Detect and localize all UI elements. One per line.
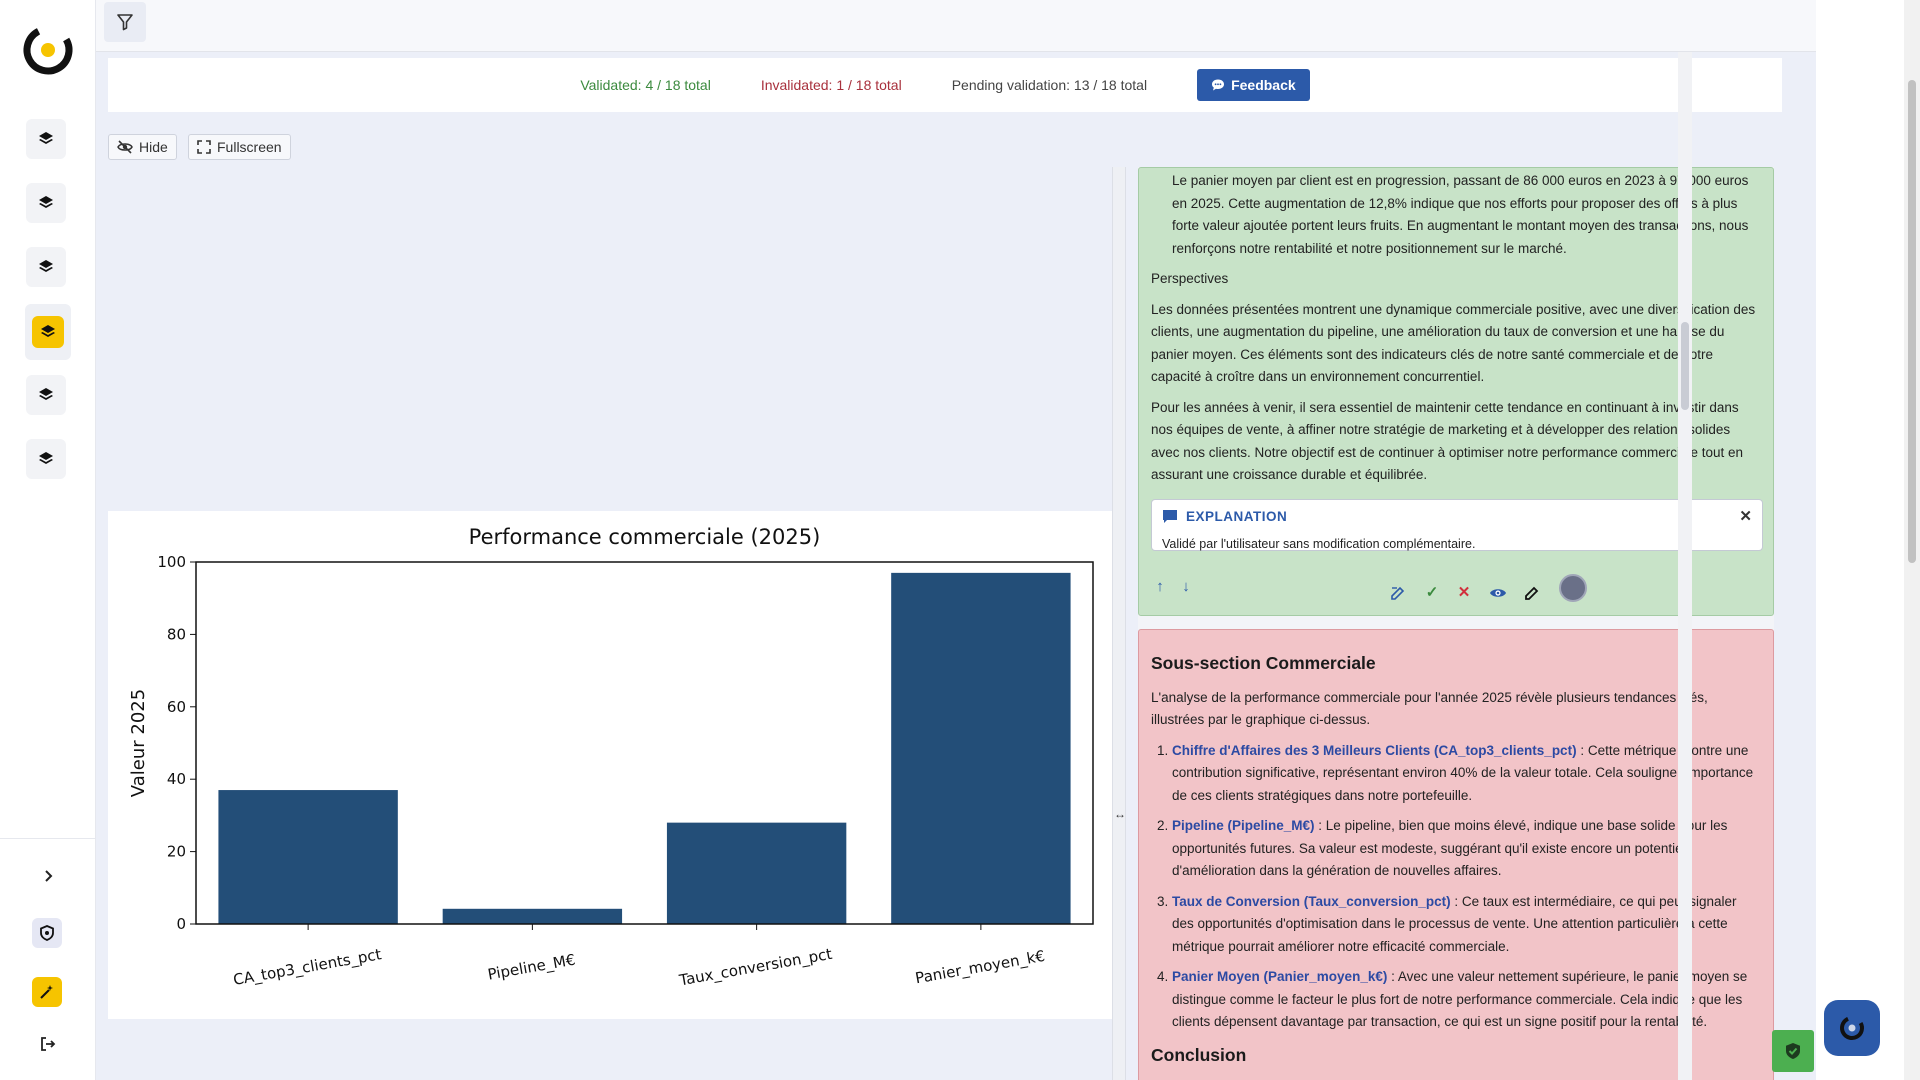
metric-term: Panier Moyen (Panier_moyen_k€) (1172, 969, 1388, 984)
layers-icon (39, 452, 53, 464)
y-tick-label: 0 (176, 915, 186, 933)
main-content: Validated: 4 / 18 total Invalidated: 1 /… (96, 52, 1816, 1080)
validated-count: Validated: 4 / 18 total (580, 77, 711, 93)
list-item: Chiffre d'Affaires des 3 Meilleurs Clien… (1172, 740, 1761, 808)
y-tick-label: 80 (167, 625, 186, 643)
fullscreen-button[interactable]: Fullscreen (188, 134, 291, 160)
validation-status-bar: Validated: 4 / 18 total Invalidated: 1 /… (108, 58, 1782, 112)
assistant-chat-button[interactable] (1824, 1000, 1880, 1056)
bar-CA_top3_clients_pct (218, 790, 398, 924)
shield-check-icon (1786, 1043, 1800, 1059)
panel-scrollbar[interactable] (1678, 52, 1692, 1080)
paragraph-panier-moyen: Le panier moyen par client est en progre… (1172, 173, 1749, 256)
feedback-button[interactable]: Feedback (1197, 69, 1310, 101)
feedback-label: Feedback (1231, 77, 1296, 93)
page-scrollbar[interactable] (1904, 0, 1920, 1080)
edit-note-icon[interactable] (1523, 584, 1541, 602)
fullscreen-label: Fullscreen (217, 139, 282, 155)
metric-term: Pipeline (Pipeline_M€) (1172, 818, 1315, 833)
security-button[interactable] (32, 918, 62, 948)
sidebar-item-3[interactable] (26, 247, 66, 287)
metric-term: Chiffre d'Affaires des 3 Meilleurs Clien… (1172, 742, 1577, 758)
move-up-icon[interactable]: ↑ (1151, 578, 1169, 596)
y-tick-label: 20 (167, 843, 186, 861)
filter-icon (117, 14, 133, 31)
magic-button[interactable] (32, 977, 62, 1007)
magic-wand-icon (40, 985, 53, 999)
top-bar (96, 0, 1816, 52)
x-tick-label: Pipeline_M€ (486, 951, 577, 985)
chart-panel: Performance commerciale (2025) Valeur 202… (108, 511, 1114, 1019)
bar-Pipeline_M€ (442, 908, 623, 924)
logout-icon[interactable] (38, 1034, 58, 1054)
explanation-text: Validé par l'utilisateur sans modificati… (1162, 536, 1476, 551)
layers-icon (39, 388, 53, 400)
chart-title: Performance commerciale (2025) (469, 525, 821, 549)
y-tick-label: 40 (167, 770, 186, 788)
chevron-right-icon[interactable] (38, 866, 58, 886)
resize-arrows-icon: ↔ (1114, 807, 1126, 821)
metric-list: Chiffre d'Affaires des 3 Meilleurs Clien… (1151, 740, 1761, 1034)
list-item: Taux de Conversion (Taux_conversion_pct)… (1172, 891, 1761, 959)
x-tick-label: CA_top3_clients_pct (232, 945, 383, 990)
y-tick-label: 100 (157, 553, 186, 571)
y-axis-label: Valeur 2025 (128, 689, 149, 797)
layers-icon (39, 260, 53, 272)
hide-button[interactable]: Hide (108, 134, 177, 160)
section-intro: L'analyse de la performance commerciale … (1151, 689, 1708, 728)
layers-icon (41, 325, 55, 337)
user-avatar[interactable] (1559, 574, 1587, 602)
layers-icon (39, 196, 53, 208)
x-tick-label: Taux_conversion_pct (677, 945, 834, 991)
comment-icon (1163, 510, 1177, 524)
shield-icon (40, 925, 54, 941)
sidebar-item-2[interactable] (26, 183, 66, 223)
fullscreen-icon (197, 140, 211, 154)
section-heading-perspectives: Perspectives (1151, 271, 1229, 286)
x-tick-label: Panier_moyen_k€ (914, 947, 1047, 989)
sidebar-item-6[interactable] (26, 439, 66, 479)
bar-Panier_moyen_k€ (891, 572, 1071, 924)
paragraph-perspectives-1: Les données présentées montrent une dyna… (1151, 301, 1756, 385)
close-icon[interactable]: ✕ (1739, 506, 1752, 529)
sidebar-item-4-active[interactable] (25, 304, 71, 360)
page-scrollbar-thumb[interactable] (1908, 80, 1916, 563)
bar-Taux_conversion_pct (666, 822, 847, 924)
eye-off-icon (117, 140, 133, 154)
conclusion-heading: Conclusion (1151, 1044, 1247, 1065)
move-down-icon[interactable]: ↓ (1177, 578, 1195, 596)
bar-chart: Performance commerciale (2025) Valeur 202… (128, 525, 1094, 991)
assistant-logo-icon (1840, 1016, 1864, 1040)
section-title: Sous-section Commerciale (1151, 653, 1376, 673)
list-item: Panier Moyen (Panier_moyen_k€) : Avec un… (1172, 966, 1761, 1034)
metric-term: Taux de Conversion (Taux_conversion_pct) (1172, 893, 1451, 909)
y-tick-label: 60 (167, 698, 186, 716)
layers-icon (39, 132, 53, 144)
sidebar-item-1[interactable] (26, 119, 66, 159)
edit-icon[interactable] (1389, 584, 1407, 602)
preview-eye-icon[interactable] (1489, 584, 1507, 602)
hide-label: Hide (139, 139, 168, 155)
explanation-box: EXPLANATION Validé par l'utilisateur san… (1151, 499, 1763, 551)
sidebar-item-5[interactable] (26, 375, 66, 415)
panel-splitter[interactable]: ↔ (1112, 167, 1126, 1080)
sidebar-divider (0, 838, 96, 839)
explanation-title-text: EXPLANATION (1186, 509, 1288, 524)
invalidated-count: Invalidated: 1 / 18 total (760, 77, 902, 93)
explanation-title: EXPLANATION (1162, 506, 1752, 529)
invalidate-x-icon[interactable]: ✕ (1455, 584, 1473, 602)
active-item-highlight (32, 316, 64, 348)
app-logo[interactable] (20, 22, 76, 78)
sidebar (0, 0, 96, 1080)
validate-check-icon[interactable]: ✓ (1423, 584, 1441, 602)
filter-button[interactable] (104, 2, 146, 42)
status-badge[interactable] (1772, 1030, 1814, 1072)
paragraph-perspectives-2: Pour les années à venir, il sera essenti… (1151, 399, 1744, 483)
pending-count: Pending validation: 13 / 18 total (951, 77, 1148, 93)
chat-bubble-icon (1212, 79, 1225, 91)
panel-scrollbar-thumb[interactable] (1681, 322, 1689, 410)
list-item: Pipeline (Pipeline_M€) : Le pipeline, bi… (1172, 815, 1761, 883)
